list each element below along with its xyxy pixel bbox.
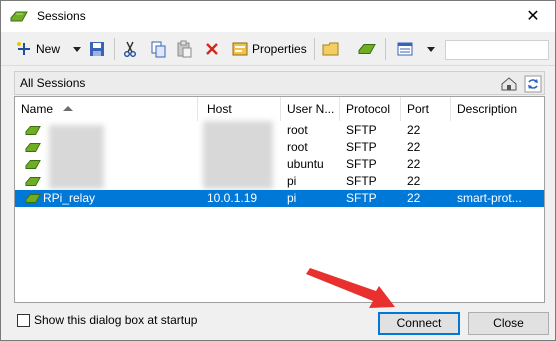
close-button[interactable]: Close <box>468 312 549 335</box>
sessions-dialog: Sessions ✕ New Properties All Sessions N… <box>0 0 556 341</box>
startup-checkbox-label: Show this dialog box at startup <box>34 313 198 327</box>
connect-button[interactable]: Connect <box>378 312 460 335</box>
startup-checkbox[interactable] <box>17 314 30 327</box>
annotation-arrow <box>306 268 395 308</box>
